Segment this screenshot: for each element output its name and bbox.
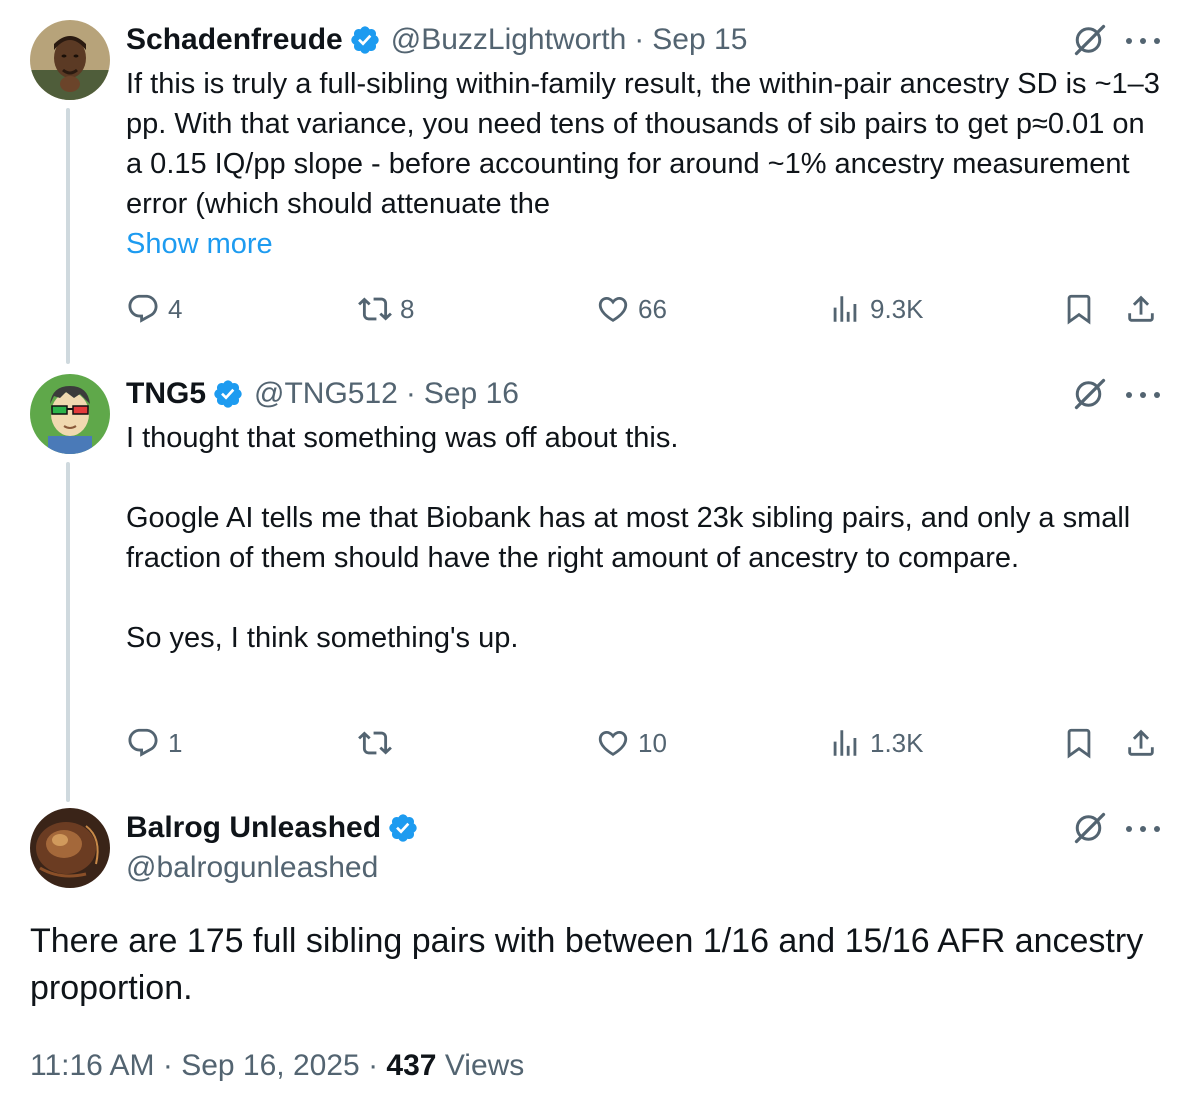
more-dots-icon[interactable] (1126, 390, 1160, 400)
tweet-header: Balrog Unleashed (126, 806, 429, 850)
share-icon (1128, 729, 1154, 756)
tweet-paragraph: So yes, I think something's up. (126, 622, 519, 654)
tweet-time[interactable]: 11:16 AM (30, 1049, 155, 1082)
grok-icon[interactable] (1072, 810, 1108, 846)
heart-icon (598, 730, 628, 756)
verified-badge-icon (351, 26, 379, 54)
tweet-header: TNG5 @TNG512 · Sep 16 (126, 372, 519, 416)
views-count: 9.3K (870, 293, 924, 324)
share-icon (1128, 295, 1154, 322)
reply-button[interactable]: 1 (126, 723, 182, 763)
action-bar: 4 8 66 9.3K (126, 289, 1166, 329)
avatar[interactable] (30, 808, 110, 888)
repost-button[interactable]: 8 (358, 289, 414, 329)
repost-button[interactable] (358, 723, 392, 763)
views-chart-icon (833, 730, 857, 756)
tweet-paragraph: If this is truly a full-sibling within-f… (126, 68, 1160, 220)
separator: · (368, 1049, 379, 1082)
repost-icon (358, 731, 392, 755)
reply-button[interactable]: 4 (126, 289, 182, 329)
separator: · (634, 23, 645, 56)
more-dots-icon[interactable] (1126, 36, 1160, 46)
timestamp[interactable]: Sep 15 (652, 23, 747, 57)
display-name[interactable]: TNG5 (126, 377, 206, 411)
thread-line (66, 108, 70, 364)
views-count: 437 (386, 1049, 437, 1082)
more-dots-icon[interactable] (1126, 824, 1160, 834)
reply-count: 4 (168, 293, 183, 324)
tweet-text: If this is truly a full-sibling within-f… (126, 64, 1166, 224)
separator: · (405, 377, 416, 410)
timestamp[interactable]: Sep 16 (424, 377, 519, 411)
like-button[interactable]: 10 (596, 723, 667, 763)
thread-line (66, 462, 70, 802)
verified-badge-icon (389, 814, 417, 842)
share-button[interactable] (1124, 723, 1158, 763)
heart-icon (598, 296, 628, 322)
main-tweet-text: There are 175 full sibling pairs with be… (30, 922, 1144, 1007)
tweet-date[interactable]: Sep 16, 2025 (181, 1049, 360, 1082)
like-count: 66 (638, 293, 667, 324)
views-button[interactable]: 1.3K (828, 723, 924, 763)
reply-count: 1 (168, 727, 183, 758)
reply-icon (128, 728, 158, 757)
display-name[interactable]: Balrog Unleashed (126, 811, 381, 845)
grok-icon[interactable] (1072, 376, 1108, 412)
views-button[interactable]: 9.3K (828, 289, 924, 329)
avatar[interactable] (30, 374, 110, 454)
username[interactable]: @BuzzLightworth (391, 23, 627, 57)
tweet-paragraph: Google AI tells me that Biobank has at m… (126, 502, 1131, 574)
tweet-meta: 11:16 AM · Sep 16, 2025 · 437 Views (30, 1046, 524, 1086)
tweet-paragraph: I thought that something was off about t… (126, 422, 679, 454)
display-name[interactable]: Schadenfreude (126, 23, 343, 57)
bookmark-button[interactable] (1062, 723, 1096, 763)
repost-icon (358, 297, 392, 321)
views-count: 1.3K (870, 727, 924, 758)
grok-icon[interactable] (1072, 22, 1108, 58)
show-more-link[interactable]: Show more (126, 224, 273, 264)
separator: · (162, 1049, 173, 1082)
avatar[interactable] (30, 20, 110, 100)
action-bar: 1 10 1.3K (126, 723, 1166, 763)
views-chart-icon (833, 296, 857, 322)
username[interactable]: @balrogunleashed (126, 848, 378, 888)
repost-count: 8 (400, 293, 415, 324)
bookmark-icon (1067, 294, 1091, 325)
like-count: 10 (638, 727, 667, 758)
verified-badge-icon (214, 380, 242, 408)
bookmark-button[interactable] (1062, 289, 1096, 329)
reply-icon (128, 294, 158, 323)
like-button[interactable]: 66 (596, 289, 667, 329)
share-button[interactable] (1124, 289, 1158, 329)
views-label: Views (444, 1049, 525, 1082)
tweet-header: Schadenfreude @BuzzLightworth · Sep 15 (126, 18, 747, 62)
username[interactable]: @TNG512 (254, 377, 398, 411)
bookmark-icon (1067, 728, 1091, 759)
tweet-text: I thought that something was off about t… (126, 418, 1166, 658)
